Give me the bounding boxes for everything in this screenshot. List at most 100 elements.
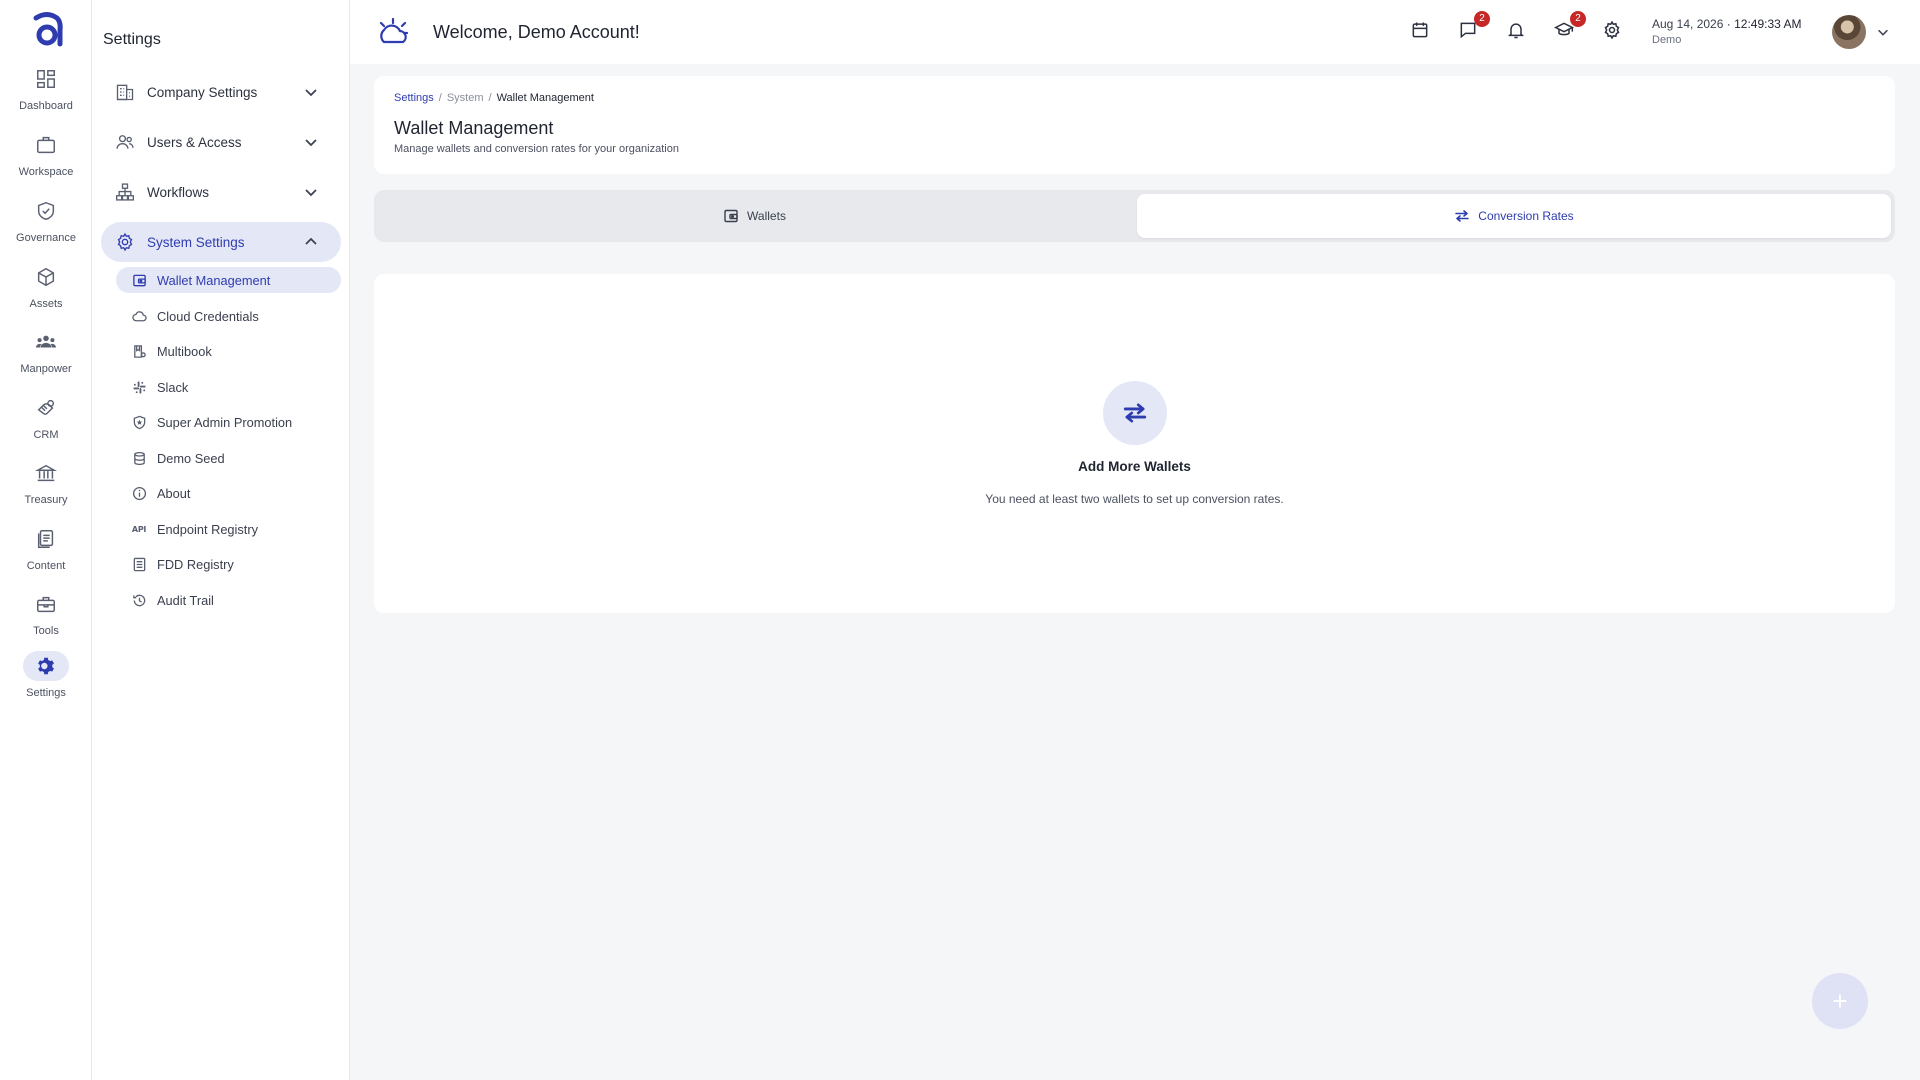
sidebar-item-endpoint-registry[interactable]: API Endpoint Registry: [116, 516, 341, 542]
slack-icon: [131, 379, 147, 395]
learning-button[interactable]: 2: [1553, 11, 1586, 42]
sidebar-item-multibook[interactable]: Multibook: [116, 338, 341, 364]
group-system-settings[interactable]: System Settings: [101, 222, 341, 262]
empty-state-text: You need at least two wallets to set up …: [985, 492, 1284, 506]
rail-item-workspace[interactable]: Workspace: [0, 130, 92, 178]
breadcrumb-settings[interactable]: Settings: [394, 92, 434, 104]
rail-label: Assets: [29, 298, 63, 310]
sidebar-item-super-admin-promotion[interactable]: Super Admin Promotion: [116, 409, 341, 435]
sidebar-item-label: FDD Registry: [157, 556, 234, 572]
settings-button[interactable]: [1602, 20, 1624, 42]
cube-icon: [23, 262, 69, 292]
gear-icon: [23, 651, 69, 681]
page-title: Wallet Management: [394, 118, 554, 138]
notifications-button[interactable]: [1506, 20, 1528, 42]
shield-check-icon: [23, 196, 69, 226]
tab-label: Conversion Rates: [1478, 209, 1574, 223]
rail-item-treasury[interactable]: Treasury: [0, 458, 92, 506]
sidebar-item-slack[interactable]: Slack: [116, 374, 341, 400]
page-subtitle: Manage wallets and conversion rates for …: [394, 143, 679, 155]
tab-bar: Wallets Conversion Rates: [374, 190, 1895, 242]
rail-label: Tools: [33, 625, 59, 637]
current-time: 12:49:33 AM: [1734, 17, 1802, 31]
chevron-down-icon[interactable]: [1876, 25, 1890, 39]
rail-label: Manpower: [20, 363, 72, 375]
sidebar-item-label: Audit Trail: [157, 592, 214, 608]
calendar-button[interactable]: [1410, 20, 1432, 42]
group-workflows[interactable]: Workflows: [101, 172, 341, 212]
empty-state-title: Add More Wallets: [1078, 459, 1191, 474]
toolbox-icon: [23, 589, 69, 619]
datetime-separator: ·: [1726, 17, 1731, 31]
sidebar-item-wallet-management[interactable]: Wallet Management: [116, 267, 341, 293]
sidebar-item-audit-trail[interactable]: Audit Trail: [116, 587, 341, 613]
rail-item-crm[interactable]: CRM: [0, 393, 92, 441]
learning-badge: 2: [1570, 11, 1586, 27]
rail-item-manpower[interactable]: Manpower: [0, 327, 92, 375]
sidebar-item-label: About: [157, 485, 191, 501]
sidebar-item-label: Super Admin Promotion: [157, 414, 293, 430]
briefcase-icon: [23, 130, 69, 160]
top-header: Welcome, Demo Account! 2 2 Aug 14, 2026 …: [350, 0, 1920, 64]
app-logo-icon[interactable]: [30, 10, 64, 50]
shield-star-icon: [131, 414, 147, 430]
rail-label: CRM: [33, 429, 59, 441]
users-icon: [114, 131, 136, 153]
sidebar-item-demo-seed[interactable]: Demo Seed: [116, 445, 341, 471]
chevron-down-icon: [305, 189, 317, 197]
chevron-down-icon: [305, 139, 317, 147]
brand-icon: [379, 17, 409, 44]
rail-label: Treasury: [24, 494, 68, 506]
sidebar-item-label: Demo Seed: [157, 450, 225, 466]
bell-icon: [1507, 23, 1525, 39]
tab-label: Wallets: [747, 209, 786, 223]
dashboard-icon: [23, 64, 69, 94]
rail-label: Governance: [16, 232, 76, 244]
book-icon: [131, 343, 147, 359]
messages-button[interactable]: 2: [1458, 11, 1490, 42]
sidebar-item-cloud-credentials[interactable]: Cloud Credentials: [116, 303, 341, 329]
sidebar-item-label: Multibook: [157, 343, 212, 359]
sidebar-item-label: Endpoint Registry: [157, 521, 259, 537]
building-icon: [114, 81, 136, 103]
rail-item-assets[interactable]: Assets: [0, 262, 92, 310]
sidebar-item-label: Wallet Management: [157, 272, 271, 288]
gear-icon: [114, 231, 136, 253]
handshake-icon: [23, 393, 69, 423]
group-company-settings[interactable]: Company Settings: [101, 72, 341, 112]
info-icon: [131, 485, 147, 501]
sidebar-item-fdd-registry[interactable]: FDD Registry: [116, 551, 341, 577]
gear-icon: [1604, 20, 1620, 40]
rail-label: Settings: [26, 687, 66, 699]
breadcrumb: Settings / System / Wallet Management: [394, 92, 594, 104]
sidebar-item-label: Slack: [157, 379, 189, 395]
rail-label: Dashboard: [19, 100, 73, 112]
app-rail: Dashboard Workspace Governance Assets Ma…: [0, 0, 92, 1080]
group-label: Company Settings: [147, 84, 258, 100]
welcome-message: Welcome, Demo Account!: [433, 22, 640, 42]
rail-item-governance[interactable]: Governance: [0, 196, 92, 244]
page-header-card: Settings / System / Wallet Management Wallet…: [374, 76, 1895, 174]
breadcrumb-separator: /: [438, 92, 442, 104]
rail-label: Content: [26, 560, 66, 572]
rail-item-settings[interactable]: Settings: [0, 651, 92, 699]
breadcrumb-current: Wallet Management: [496, 92, 594, 104]
sidebar-item-about[interactable]: About: [116, 480, 341, 506]
group-users-access[interactable]: Users & Access: [101, 122, 341, 162]
organization-name: Demo: [1652, 34, 1682, 46]
bank-icon: [23, 458, 69, 488]
rail-item-dashboard[interactable]: Dashboard: [0, 64, 92, 112]
rail-item-content[interactable]: Content: [0, 524, 92, 572]
api-icon: API: [131, 521, 147, 537]
breadcrumb-system: System: [446, 92, 484, 104]
swap-arrows-icon: [1455, 210, 1470, 222]
rail-item-tools[interactable]: Tools: [0, 589, 92, 637]
wallet-icon: [724, 209, 738, 223]
add-fab-button[interactable]: +: [1812, 973, 1868, 1029]
tab-conversion-rates[interactable]: Conversion Rates: [1137, 194, 1891, 238]
avatar[interactable]: [1832, 15, 1866, 49]
tab-wallets[interactable]: Wallets: [378, 194, 1131, 238]
list-doc-icon: [131, 556, 147, 572]
api-glyph: API: [131, 524, 147, 534]
people-icon: [23, 327, 69, 357]
